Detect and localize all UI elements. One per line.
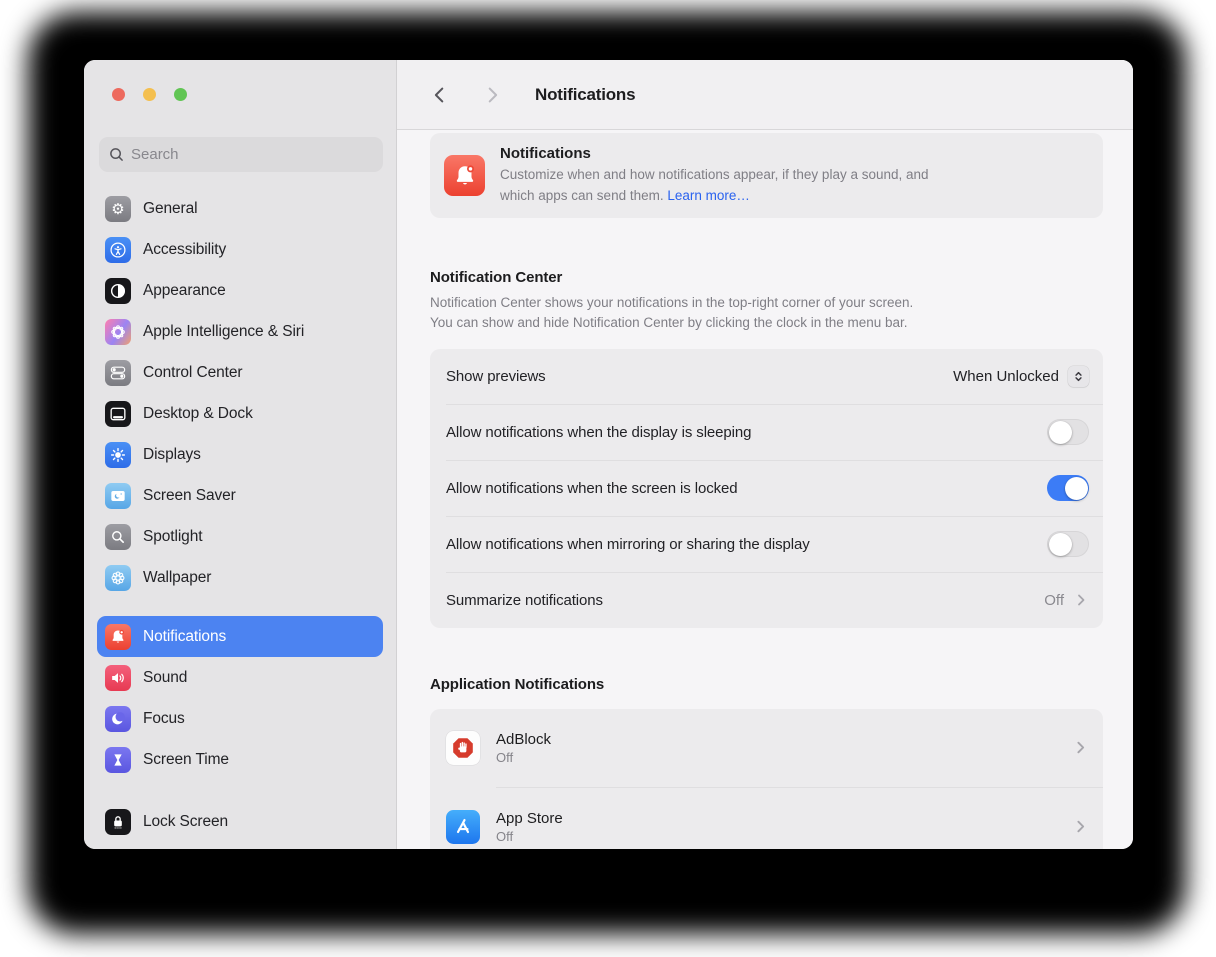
screen-saver-icon bbox=[105, 483, 131, 509]
sidebar-item-general[interactable]: ⚙ General bbox=[97, 188, 383, 229]
mirroring-row: Allow notifications when mirroring or sh… bbox=[430, 517, 1103, 572]
sidebar-item-accessibility[interactable]: Accessibility bbox=[97, 229, 383, 270]
speaker-icon bbox=[105, 665, 131, 691]
forward-button[interactable] bbox=[477, 80, 507, 110]
app-store-app-icon bbox=[446, 810, 480, 844]
adblock-app-icon bbox=[446, 731, 480, 765]
sidebar: ⚙ General Accessibility bbox=[84, 60, 397, 849]
sidebar-nav: ⚙ General Accessibility bbox=[84, 188, 396, 842]
screen-locked-toggle[interactable] bbox=[1047, 475, 1089, 501]
learn-more-link[interactable]: Learn more… bbox=[667, 188, 750, 203]
section-heading-notification-center: Notification Center bbox=[430, 269, 1133, 286]
sidebar-item-displays[interactable]: Displays bbox=[97, 434, 383, 475]
main-pane: Notifications Notifications Customize wh… bbox=[397, 60, 1133, 849]
lock-icon bbox=[105, 809, 131, 835]
sidebar-item-appearance[interactable]: Appearance bbox=[97, 270, 383, 311]
minimize-button[interactable] bbox=[143, 88, 156, 101]
screen-locked-row: Allow notifications when the screen is l… bbox=[430, 461, 1103, 516]
chevron-up-down-icon bbox=[1072, 370, 1085, 383]
show-previews-row: Show previews When Unlocked bbox=[430, 349, 1103, 404]
app-row-adblock[interactable]: AdBlock Off bbox=[430, 709, 1103, 787]
accessibility-icon bbox=[105, 237, 131, 263]
search-field[interactable] bbox=[99, 137, 383, 172]
sidebar-item-screen-time[interactable]: Screen Time bbox=[97, 739, 383, 780]
notifications-app-icon bbox=[444, 155, 485, 196]
chevron-right-icon bbox=[1072, 818, 1089, 835]
window-controls bbox=[112, 88, 187, 101]
sidebar-item-focus[interactable]: Focus bbox=[97, 698, 383, 739]
display-sleeping-toggle[interactable] bbox=[1047, 419, 1089, 445]
search-icon bbox=[109, 147, 124, 162]
hero-description: Customize when and how notifications app… bbox=[500, 165, 929, 206]
moon-icon bbox=[105, 706, 131, 732]
siri-icon bbox=[105, 319, 131, 345]
notifications-hero-card: Notifications Customize when and how not… bbox=[430, 133, 1103, 218]
sidebar-item-control-center[interactable]: Control Center bbox=[97, 352, 383, 393]
spotlight-icon bbox=[105, 524, 131, 550]
main-header: Notifications bbox=[397, 60, 1133, 130]
settings-content: Notifications Customize when and how not… bbox=[397, 130, 1133, 849]
hero-title: Notifications bbox=[500, 145, 929, 162]
show-previews-select[interactable] bbox=[1068, 366, 1089, 387]
system-settings-window: ⚙ General Accessibility bbox=[84, 60, 1133, 849]
chevron-right-icon bbox=[1072, 739, 1089, 756]
sidebar-item-desktop-dock[interactable]: Desktop & Dock bbox=[97, 393, 383, 434]
gear-icon: ⚙ bbox=[105, 196, 131, 222]
control-center-icon bbox=[105, 360, 131, 386]
mirroring-toggle[interactable] bbox=[1047, 531, 1089, 557]
sidebar-item-apple-intelligence-siri[interactable]: Apple Intelligence & Siri bbox=[97, 311, 383, 352]
wallpaper-icon bbox=[105, 565, 131, 591]
app-row-app-store[interactable]: App Store Off bbox=[430, 788, 1103, 850]
bell-icon bbox=[105, 624, 131, 650]
sidebar-item-spotlight[interactable]: Spotlight bbox=[97, 516, 383, 557]
show-previews-value: When Unlocked bbox=[953, 368, 1059, 385]
display-sleeping-row: Allow notifications when the display is … bbox=[430, 405, 1103, 460]
chevron-right-icon bbox=[1073, 592, 1089, 608]
summarize-notifications-row[interactable]: Summarize notifications Off bbox=[430, 573, 1103, 628]
sidebar-item-wallpaper[interactable]: Wallpaper bbox=[97, 557, 383, 598]
sidebar-item-sound[interactable]: Sound bbox=[97, 657, 383, 698]
search-input[interactable] bbox=[131, 146, 373, 163]
application-notifications-card: AdBlock Off A bbox=[430, 709, 1103, 850]
sidebar-item-notifications[interactable]: Notifications bbox=[97, 616, 383, 657]
back-button[interactable] bbox=[425, 80, 455, 110]
app-status: Off bbox=[496, 750, 1072, 765]
desktop-dock-icon bbox=[105, 401, 131, 427]
close-button[interactable] bbox=[112, 88, 125, 101]
appearance-icon bbox=[105, 278, 131, 304]
notification-center-description: Notification Center shows your notificat… bbox=[430, 293, 1103, 334]
zoom-button[interactable] bbox=[174, 88, 187, 101]
notification-center-card: Show previews When Unlocked Allow notifi… bbox=[430, 349, 1103, 628]
summarize-value: Off bbox=[1044, 592, 1064, 609]
displays-icon bbox=[105, 442, 131, 468]
sidebar-item-lock-screen[interactable]: Lock Screen bbox=[97, 801, 383, 842]
page-title: Notifications bbox=[535, 85, 635, 105]
sidebar-item-screen-saver[interactable]: Screen Saver bbox=[97, 475, 383, 516]
app-status: Off bbox=[496, 829, 1072, 844]
hourglass-icon bbox=[105, 747, 131, 773]
section-heading-application-notifications: Application Notifications bbox=[430, 676, 1133, 693]
